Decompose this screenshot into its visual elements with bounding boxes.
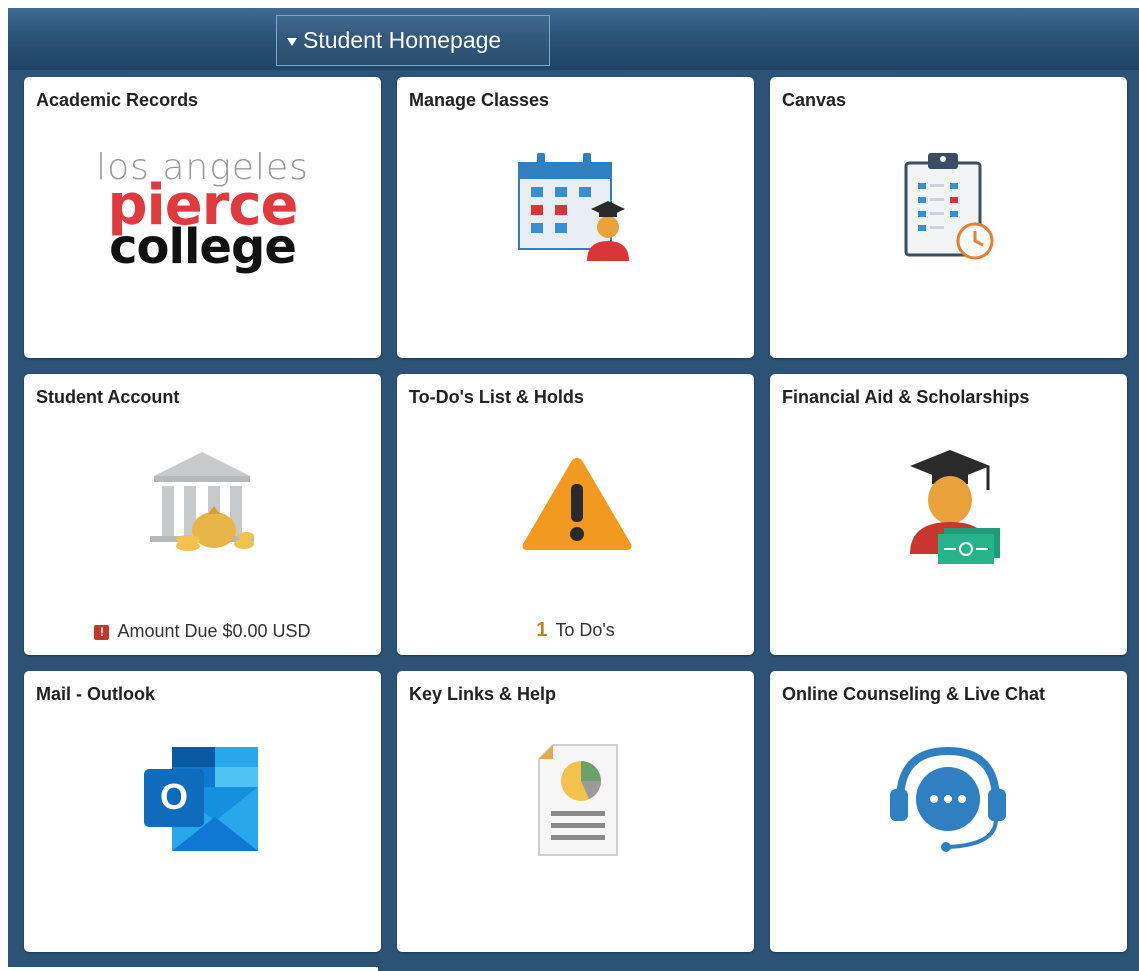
warning-icon: [522, 458, 632, 550]
pierce-college-logo: los angeles pierce college: [24, 77, 381, 358]
bank-money-icon: [150, 452, 254, 551]
clipboard-clock-icon: [904, 153, 994, 260]
tile-financial-aid-scholarships[interactable]: Financial Aid & Scholarships: [770, 374, 1127, 655]
todo-count-number: 1: [536, 619, 548, 641]
tile-title: Mail - Outlook: [36, 684, 155, 704]
alert-icon: !: [94, 625, 110, 640]
tile-todo-list-holds[interactable]: To-Do's List & Holds 1 To Do's: [397, 374, 754, 655]
tile-title: To-Do's List & Holds: [409, 387, 584, 407]
outlook-letter: O: [160, 776, 188, 817]
document-chart-icon: [538, 744, 618, 856]
banner: Student Homepage: [0, 8, 1139, 70]
graduate-money-icon: [910, 450, 1000, 564]
amount-due-text: Amount Due $0.00 USD: [117, 621, 311, 641]
todo-count-label: To Do's: [555, 620, 615, 640]
tile-title: Online Counseling & Live Chat: [782, 684, 1046, 704]
logo-line-3: college: [109, 219, 297, 275]
tile-online-counseling-live-chat[interactable]: Online Counseling & Live Chat: [770, 671, 1127, 952]
tile-title: Key Links & Help: [409, 684, 557, 704]
caret-down-icon: [287, 37, 297, 46]
tile-academic-records[interactable]: Academic Records los angeles pierce coll…: [24, 77, 381, 358]
homepage-selector-label: Student Homepage: [303, 27, 502, 53]
outlook-icon: O: [144, 747, 258, 851]
tile-title: Canvas: [782, 90, 847, 110]
tile-mail-outlook[interactable]: Mail - Outlook O: [24, 671, 381, 952]
homepage-selector[interactable]: Student Homepage: [276, 15, 550, 66]
tile-title: Student Account: [36, 387, 180, 407]
tile-title: Manage Classes: [409, 90, 550, 110]
todo-count: 1 To Do's: [397, 619, 754, 642]
tile-student-account[interactable]: Student Account ! Amount Due $0.00 USD: [24, 374, 381, 655]
tile-key-links-help[interactable]: Key Links & Help: [397, 671, 754, 952]
calendar-student-icon: [518, 153, 629, 261]
amount-due: ! Amount Due $0.00 USD: [24, 621, 381, 642]
tile-title: Financial Aid & Scholarships: [782, 387, 1030, 407]
tile-canvas[interactable]: Canvas: [770, 77, 1127, 358]
headset-chat-icon: [890, 746, 1006, 852]
tile-manage-classes[interactable]: Manage Classes: [397, 77, 754, 358]
